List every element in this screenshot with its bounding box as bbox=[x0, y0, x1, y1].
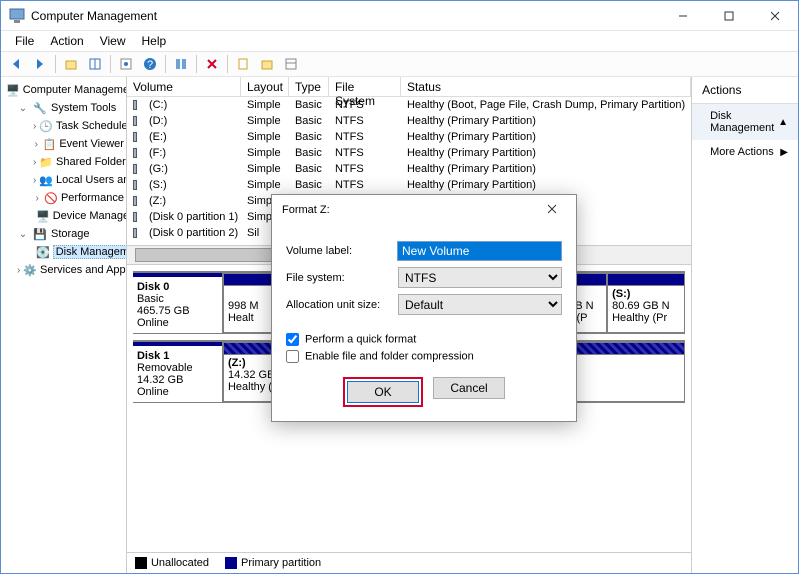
minimize-button[interactable] bbox=[660, 1, 706, 30]
help-button[interactable]: ? bbox=[139, 53, 161, 75]
properties-button[interactable] bbox=[115, 53, 137, 75]
svg-text:?: ? bbox=[147, 59, 153, 71]
tree-root[interactable]: 🖥️Computer Management (Local bbox=[1, 81, 126, 99]
compression-checkbox[interactable] bbox=[286, 350, 299, 363]
legend-swatch-unallocated bbox=[135, 557, 147, 569]
col-layout[interactable]: Layout bbox=[241, 77, 289, 96]
menu-bar: File Action View Help bbox=[1, 31, 798, 51]
col-status[interactable]: Status bbox=[401, 77, 691, 96]
cancel-button[interactable]: Cancel bbox=[433, 377, 505, 399]
tree-event-viewer[interactable]: ›📋Event Viewer bbox=[1, 135, 126, 153]
tree-systools[interactable]: ⌄🔧System Tools bbox=[1, 99, 126, 117]
list-button[interactable] bbox=[280, 53, 302, 75]
back-button[interactable] bbox=[5, 53, 27, 75]
compression-row: Enable file and folder compression bbox=[286, 350, 562, 363]
toolbar: ? bbox=[1, 51, 798, 77]
menu-view[interactable]: View bbox=[92, 32, 134, 50]
tree-storage[interactable]: ⌄💾Storage bbox=[1, 225, 126, 243]
col-volume[interactable]: Volume bbox=[127, 77, 241, 96]
maximize-button[interactable] bbox=[706, 1, 752, 30]
tree-local-users[interactable]: ›👥Local Users and Groups bbox=[1, 171, 126, 189]
quick-format-checkbox[interactable] bbox=[286, 333, 299, 346]
actions-panel: Actions Disk Management▲ More Actions▶ bbox=[692, 77, 798, 573]
volume-label-label: Volume label: bbox=[286, 245, 397, 257]
tree-services[interactable]: ›⚙️Services and Applications bbox=[1, 261, 126, 279]
show-hide-button[interactable] bbox=[84, 53, 106, 75]
ok-button[interactable]: OK bbox=[347, 381, 419, 403]
volume-label-input[interactable] bbox=[397, 241, 562, 261]
legend: Unallocated Primary partition bbox=[127, 552, 691, 573]
disk0-part-s[interactable]: (S:)80.69 GB NHealthy (Pr bbox=[607, 273, 685, 333]
app-icon bbox=[9, 8, 25, 24]
close-button[interactable] bbox=[752, 1, 798, 30]
compression-label: Enable file and folder compression bbox=[305, 350, 474, 362]
navigation-tree[interactable]: 🖥️Computer Management (Local ⌄🔧System To… bbox=[1, 77, 127, 573]
filesystem-label: File system: bbox=[286, 272, 398, 284]
col-fs[interactable]: File System bbox=[329, 77, 401, 96]
dialog-title: Format Z: bbox=[282, 204, 330, 216]
volume-row[interactable]: (D:)SimpleBasicNTFSHealthy (Primary Part… bbox=[127, 113, 691, 129]
window-titlebar: Computer Management bbox=[1, 1, 798, 31]
volume-list-header: Volume Layout Type File System Status bbox=[127, 77, 691, 97]
expand-icon: ▶ bbox=[780, 147, 788, 158]
tree-device-manager[interactable]: 🖥️Device Manager bbox=[1, 207, 126, 225]
up-button[interactable] bbox=[60, 53, 82, 75]
settings-button[interactable] bbox=[170, 53, 192, 75]
actions-header: Actions bbox=[692, 77, 798, 104]
filesystem-select[interactable]: NTFS bbox=[398, 267, 562, 288]
tree-task-scheduler[interactable]: ›🕒Task Scheduler bbox=[1, 117, 126, 135]
volume-row[interactable]: (G:)SimpleBasicNTFSHealthy (Primary Part… bbox=[127, 161, 691, 177]
tree-disk-management[interactable]: 💽Disk Management bbox=[1, 243, 126, 261]
disk-1-info: Disk 1 Removable 14.32 GB Online bbox=[133, 342, 223, 402]
volume-row[interactable]: (C:)SimpleBasicNTFSHealthy (Boot, Page F… bbox=[127, 97, 691, 113]
quick-format-row: Perform a quick format bbox=[286, 333, 562, 346]
menu-file[interactable]: File bbox=[7, 32, 42, 50]
collapse-icon: ▲ bbox=[778, 117, 788, 128]
disk-0-info: Disk 0 Basic 465.75 GB Online bbox=[133, 273, 223, 333]
allocation-unit-select[interactable]: Default bbox=[398, 294, 562, 315]
allocation-unit-label: Allocation unit size: bbox=[286, 299, 398, 311]
ok-highlight: OK bbox=[343, 377, 423, 407]
volume-row[interactable]: (F:)SimpleBasicNTFSHealthy (Primary Part… bbox=[127, 145, 691, 161]
format-dialog: Format Z: Volume label: File system: NTF… bbox=[271, 194, 577, 422]
volume-row[interactable]: (E:)SimpleBasicNTFSHealthy (Primary Part… bbox=[127, 129, 691, 145]
menu-help[interactable]: Help bbox=[134, 32, 175, 50]
tree-performance[interactable]: ›🚫Performance bbox=[1, 189, 126, 207]
quick-format-label: Perform a quick format bbox=[305, 333, 416, 345]
tree-shared-folders[interactable]: ›📁Shared Folders bbox=[1, 153, 126, 171]
menu-action[interactable]: Action bbox=[42, 32, 91, 50]
col-type[interactable]: Type bbox=[289, 77, 329, 96]
refresh-button[interactable] bbox=[256, 53, 278, 75]
dialog-close-button[interactable] bbox=[538, 204, 566, 217]
dialog-titlebar[interactable]: Format Z: bbox=[272, 195, 576, 225]
actions-more[interactable]: More Actions▶ bbox=[692, 140, 798, 164]
volume-row[interactable]: (S:)SimpleBasicNTFSHealthy (Primary Part… bbox=[127, 177, 691, 193]
forward-button[interactable] bbox=[29, 53, 51, 75]
window-title: Computer Management bbox=[31, 9, 660, 23]
actions-group-diskmgmt[interactable]: Disk Management▲ bbox=[692, 104, 798, 140]
delete-button[interactable] bbox=[201, 53, 223, 75]
new-button[interactable] bbox=[232, 53, 254, 75]
legend-swatch-primary bbox=[225, 557, 237, 569]
